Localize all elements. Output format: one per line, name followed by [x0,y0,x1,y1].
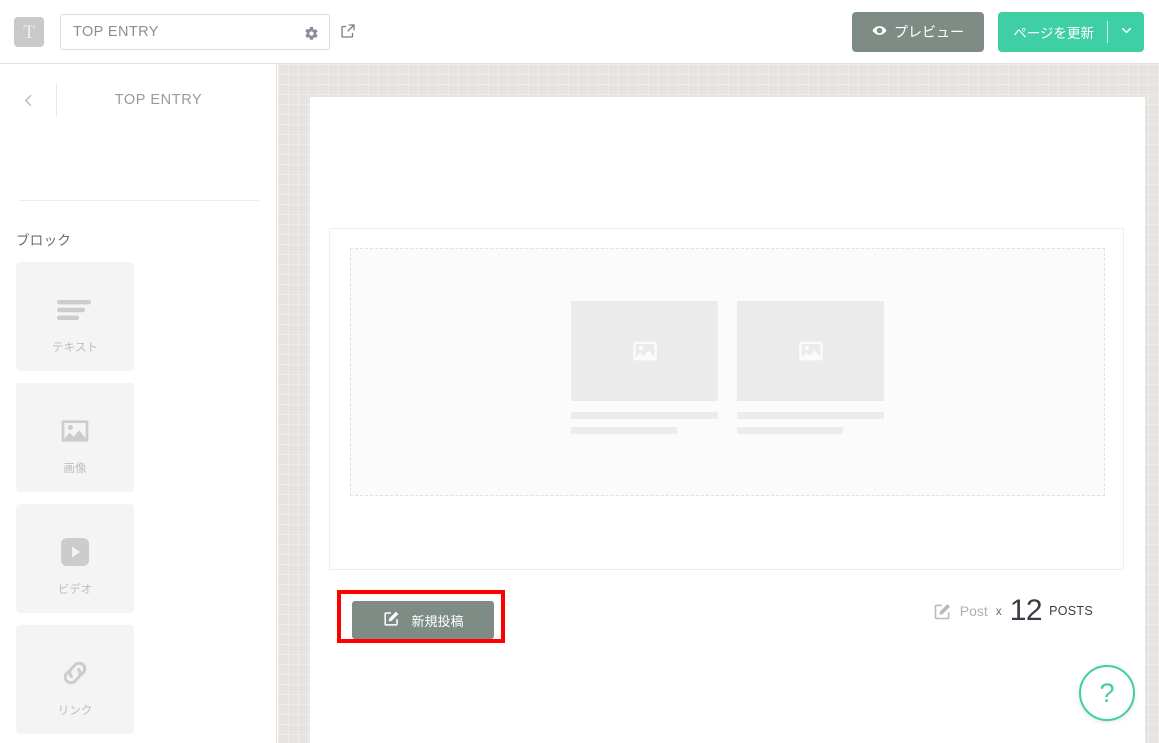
block-label: テキスト [52,342,98,354]
chevron-down-icon [1119,23,1134,41]
edit-pencil-icon [932,601,953,622]
question-mark-icon: ? [1099,677,1115,708]
post-count-multiplier: x [995,604,1002,618]
sidebar: TOP ENTRY ブロック テキスト 画像 ビデオ リンク [0,64,277,743]
article-list-preview-region [350,248,1105,496]
post-count-prefix: Post [959,603,988,619]
page-title-input[interactable]: TOP ENTRY [73,15,159,49]
image-placeholder-icon [737,301,884,401]
image-icon [16,409,134,453]
canvas-area: 新規投稿 Post x 12 POSTS ? [278,64,1159,743]
block-item-link[interactable]: リンク [16,625,134,734]
placeholder-card [571,301,718,434]
post-count-display: Post x 12 POSTS [932,596,1093,626]
placeholder-line [737,427,843,434]
sidebar-divider [19,200,259,201]
block-item-image[interactable]: 画像 [16,383,134,492]
update-page-dropdown-button[interactable] [1108,12,1144,52]
app-logo: T [14,17,44,47]
help-button[interactable]: ? [1079,665,1135,721]
sidebar-title: TOP ENTRY [114,92,203,108]
block-label: リンク [57,705,93,717]
gear-icon[interactable] [301,23,321,43]
back-icon[interactable] [14,86,42,114]
text-lines-icon [16,288,134,332]
update-page-button-group[interactable]: ページを更新 [998,12,1144,52]
placeholder-line [571,427,677,434]
eye-icon [872,23,887,41]
placeholder-card [737,301,884,434]
article-list-block[interactable]: 新規投稿 Post x 12 POSTS [329,228,1124,643]
block-label: 画像 [63,463,87,475]
placeholder-line [571,412,718,419]
sidebar-header: TOP ENTRY [0,64,276,136]
blocks-section-label: ブロック [16,233,72,248]
page-title-field[interactable]: TOP ENTRY [60,14,330,50]
edit-pencil-icon [382,609,401,631]
link-chain-icon [16,651,134,695]
update-page-button[interactable]: ページを更新 [998,12,1107,52]
block-item-text[interactable]: テキスト [16,262,134,371]
top-bar: T TOP ENTRY プレビュー ページを更新 [0,0,1159,64]
block-label: ビデオ [57,584,93,596]
new-post-highlight: 新規投稿 [337,590,505,643]
placeholder-line [737,412,884,419]
block-item-video[interactable]: ビデオ [16,504,134,613]
external-link-icon[interactable] [338,21,358,41]
post-count-number: 12 [1009,594,1043,627]
post-count-unit: POSTS [1049,604,1093,618]
page-sheet: 新規投稿 Post x 12 POSTS [310,97,1145,743]
preview-button[interactable]: プレビュー [852,12,984,52]
new-post-button[interactable]: 新規投稿 [352,601,494,639]
logo-letter: T [23,21,35,43]
new-post-button-label: 新規投稿 [411,613,464,629]
blocks-grid: テキスト 画像 ビデオ リンク [16,262,262,743]
update-page-label: ページを更新 [1013,26,1094,41]
preview-button-label: プレビュー [894,24,964,40]
image-placeholder-icon [571,301,718,401]
video-play-icon [16,530,134,574]
placeholder-card-row [351,249,1104,495]
